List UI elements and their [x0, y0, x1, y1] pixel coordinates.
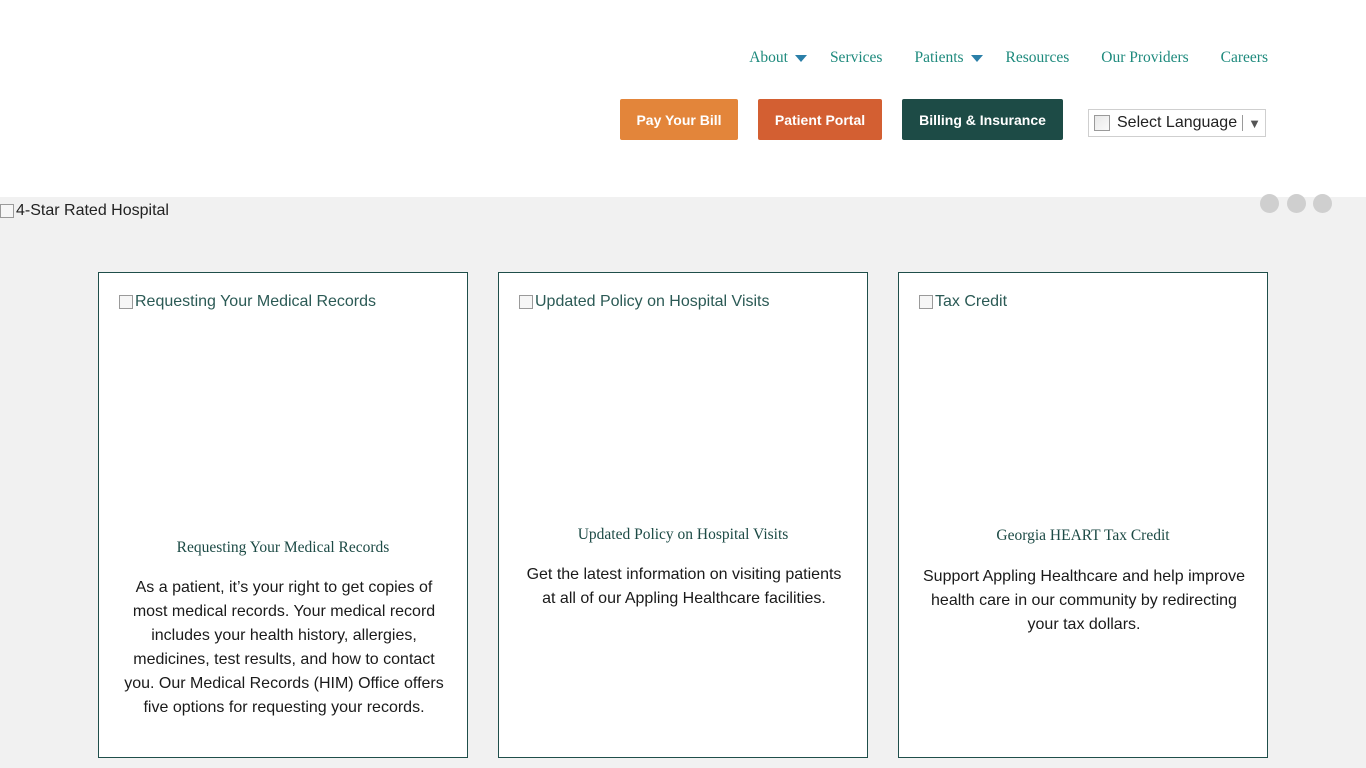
nav-services-label[interactable]: Services [830, 49, 883, 67]
broken-image-icon [519, 295, 533, 309]
card-body: Support Appling Healthcare and help impr… [923, 568, 1245, 633]
language-select[interactable]: Select Language ▼ [1088, 109, 1266, 137]
nav-careers-label[interactable]: Careers [1221, 49, 1268, 67]
card-title[interactable]: Requesting Your Medical Records [99, 539, 467, 557]
slider-dot-2[interactable] [1286, 194, 1306, 213]
card-image[interactable]: Updated Policy on Hospital Visits [519, 293, 770, 311]
nav-services[interactable]: Services [830, 49, 883, 67]
card-image-alt: Requesting Your Medical Records [135, 293, 377, 310]
google-translate-icon [1094, 115, 1110, 131]
card-medical-records: Requesting Your Medical Records Requesti… [98, 272, 468, 758]
nav-about[interactable]: About [749, 49, 807, 67]
card-title[interactable]: Georgia HEART Tax Credit [899, 527, 1267, 545]
main-nav: About Services Patients Resources Our Pr… [717, 49, 1268, 67]
chevron-down-icon[interactable] [794, 54, 807, 62]
slider-dots [1260, 194, 1340, 213]
broken-image-icon [0, 204, 14, 218]
hero-image: 4-Star Rated Hospital [0, 202, 169, 220]
card-image[interactable]: Requesting Your Medical Records [119, 293, 376, 311]
card-title[interactable]: Updated Policy on Hospital Visits [499, 526, 867, 544]
card-image-alt: Updated Policy on Hospital Visits [535, 293, 770, 310]
card-tax-credit: Tax Credit Georgia HEART Tax Credit Supp… [898, 272, 1268, 758]
nav-our-providers-label[interactable]: Our Providers [1101, 49, 1188, 67]
nav-patients[interactable]: Patients [914, 49, 983, 67]
nav-resources-label[interactable]: Resources [1006, 49, 1070, 67]
pay-bill-button[interactable]: Pay Your Bill [620, 99, 738, 140]
nav-our-providers[interactable]: Our Providers [1101, 49, 1188, 67]
nav-careers[interactable]: Careers [1221, 49, 1268, 67]
card-hospital-visits: Updated Policy on Hospital Visits Update… [498, 272, 868, 758]
slider-dot-1[interactable] [1260, 194, 1279, 213]
hero-image-alt: 4-Star Rated Hospital [16, 202, 169, 219]
language-select-label: Select Language [1117, 114, 1238, 131]
nav-patients-label[interactable]: Patients [914, 49, 963, 67]
hero-section: 4-Star Rated Hospital Requesting Your Me… [0, 194, 1366, 768]
patient-portal-button[interactable]: Patient Portal [758, 99, 882, 140]
card-body: Get the latest information on visiting p… [526, 566, 842, 607]
chevron-down-icon[interactable] [970, 54, 983, 62]
broken-image-icon [919, 295, 933, 309]
nav-about-label[interactable]: About [749, 49, 788, 67]
card-body: As a patient, it’s your right to get cop… [124, 579, 444, 716]
billing-insurance-button[interactable]: Billing & Insurance [902, 99, 1063, 140]
dropdown-arrow-icon: ▼ [1248, 115, 1261, 131]
card-image[interactable]: Tax Credit [919, 293, 1007, 311]
nav-resources[interactable]: Resources [1006, 49, 1070, 67]
card-image-alt: Tax Credit [935, 293, 1008, 310]
slider-dot-3[interactable] [1313, 194, 1332, 213]
broken-image-icon [119, 295, 133, 309]
language-select-divider [1242, 115, 1244, 131]
